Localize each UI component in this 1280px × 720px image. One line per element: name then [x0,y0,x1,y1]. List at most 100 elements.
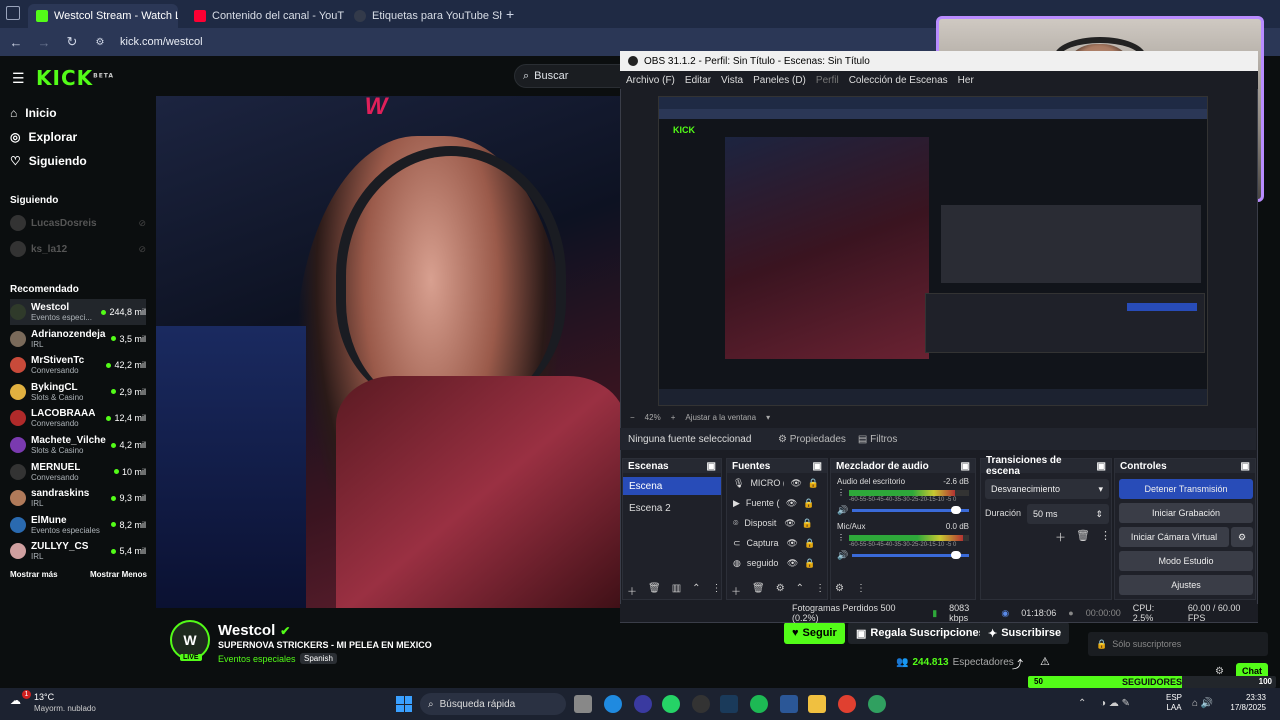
volume-slider[interactable] [852,551,969,559]
gift-subs-button[interactable]: ▣ Regala Suscripciones [848,622,993,644]
fit-window-select[interactable]: Ajustar a la ventana [685,413,756,422]
taskbar-search[interactable]: ⌕ Búsqueda rápida [420,693,566,715]
lock-icon[interactable]: 🔒 [804,538,815,549]
recommended-channel[interactable]: MrStivenTc Conversando 42,2 mil [10,352,146,378]
chevron-down-icon[interactable]: ▾ [766,413,770,422]
taskview-icon[interactable] [574,695,592,713]
more-icon[interactable]: ⋮ [712,583,722,598]
obs-taskbar-icon[interactable] [634,695,652,713]
source-item[interactable]: ▶ Fuente (👁 🔒 [727,493,827,513]
recommended-channel[interactable]: Machete_Vilches Slots & Casino 4,2 mil [10,432,146,458]
speaker-icon[interactable]: 🔊 [837,550,848,561]
recommended-channel[interactable]: ElMune Eventos especiales 8,2 mil [10,512,146,538]
virtual-camera-button[interactable]: Iniciar Cámara Virtual [1119,527,1229,547]
url-field[interactable]: kick.com/westcol [120,36,203,48]
slider-handle[interactable] [951,506,961,514]
report-icon[interactable]: ⚠ [1040,655,1050,668]
up-icon[interactable]: ⌃ [796,583,804,598]
recommended-channel[interactable]: Adrianozendeja... IRL 3,5 mil [10,326,146,352]
source-item[interactable]: ◍ seguido 👁 🔒 [727,553,827,573]
add-icon[interactable]: ＋ [1055,529,1066,545]
windows-start-icon[interactable] [396,696,412,712]
stream-category[interactable]: Eventos especiales [218,654,296,664]
settings-button[interactable]: Ajustes [1119,575,1253,595]
obs-menu-item[interactable]: Perfil [816,75,839,86]
subscribe-button[interactable]: ✦ Suscribirse [980,622,1070,644]
properties-button[interactable]: ⚙ Propiedades [778,434,846,445]
following-item[interactable]: LucasDosreis ⊘ [10,210,146,236]
recommended-channel[interactable]: ZULLYY_CS IRL 5,4 mil [10,538,146,564]
stop-stream-button[interactable]: Detener Transmisión [1119,479,1253,499]
scene-item[interactable]: Escena [623,477,721,495]
tab-youtube-shorts[interactable]: Etiquetas para YouTube Shorts ✕ [346,4,502,28]
recommended-channel[interactable]: BykingCL Slots & Casino 2,9 mil [10,379,146,405]
add-icon[interactable]: ＋ [731,583,741,598]
eye-icon[interactable]: 👁 [790,478,801,489]
transition-select[interactable]: Desvanecimiento ▾ [985,479,1109,499]
obs-app-icon[interactable] [692,695,710,713]
lock-icon[interactable]: 🔒 [802,518,813,529]
folder-icon[interactable] [808,695,826,713]
obs-menu-item[interactable]: Editar [685,75,711,86]
source-item[interactable]: ⊂ Captura 👁 🔒 [727,533,827,553]
duration-spinbox[interactable]: 50 ms ⇕ [1027,504,1109,524]
lock-icon[interactable]: 🔒 [804,558,815,569]
whatsapp-icon[interactable] [662,695,680,713]
show-more-link[interactable]: Mostrar más [10,570,58,579]
eye-icon[interactable]: 👁 [784,518,795,529]
scene-item[interactable]: Escena 2 [623,499,721,517]
tray-chevron-icon[interactable]: ⌃ [1078,698,1086,709]
kick-logo[interactable]: KICKBETA [36,66,114,90]
start-recording-button[interactable]: Iniciar Grabación [1119,503,1253,523]
more-icon[interactable]: ⋮ [837,488,845,497]
recommended-channel[interactable]: Westcol Eventos especi... 244,8 mil [10,299,146,325]
eye-icon[interactable]: 👁 [787,538,798,549]
undock-icon[interactable]: ▣ [813,461,822,472]
more-icon[interactable]: ⋮ [1100,529,1111,545]
obs-menu-item[interactable]: Archivo (F) [626,75,675,86]
undock-icon[interactable]: ▣ [961,461,970,472]
volume-slider[interactable] [852,506,969,514]
undock-icon[interactable]: ▣ [707,461,716,472]
tray-icons[interactable]: ◑ ☁ ✎ [1100,698,1130,709]
tab-youtube-content[interactable]: Contenido del canal - YouTube ✕ [186,4,344,28]
steam-icon[interactable] [720,695,738,713]
network-volume-icons[interactable]: ⌂ 🔊 [1192,698,1213,709]
source-item[interactable]: ⌾ Disposit 👁 🔒 [727,513,827,533]
hamburger-menu-icon[interactable]: ☰ [12,70,25,87]
eye-icon[interactable]: 👁 [787,558,798,569]
chat-input[interactable]: 🔒 Sólo suscriptores [1088,632,1268,656]
more-icon[interactable]: ⋮ [837,533,845,542]
video-player[interactable]: W [156,96,622,608]
zoom-out-icon[interactable]: − [630,413,635,422]
more-icon[interactable]: ⋮ [856,583,866,594]
trash-icon[interactable]: 🗑 [752,583,765,598]
zoom-in-icon[interactable]: + [671,413,676,422]
search-input[interactable]: ⌕ Buscar [514,64,624,88]
virtual-camera-settings-icon[interactable]: ⚙ [1231,527,1253,547]
studio-mode-button[interactable]: Modo Estudio [1119,551,1253,571]
chrome-profile-icon[interactable] [868,695,886,713]
recommended-channel[interactable]: MERNUEL Conversando 10 mil [10,459,146,485]
lock-icon[interactable]: 🔒 [808,478,819,489]
recommended-channel[interactable]: sandraskins IRL 9,3 mil [10,485,146,511]
clock[interactable]: 23:33 17/8/2025 [1228,693,1266,713]
input-language[interactable]: ESP LAA [1166,693,1182,713]
speaker-icon[interactable]: 🔊 [837,505,848,516]
tab-menu-icon[interactable] [6,6,20,20]
gear-icon[interactable]: ⚙ [776,583,785,598]
weather-icon[interactable]: ☁ [10,694,21,707]
share-icon[interactable]: ⤴ [1012,656,1023,672]
language-tag[interactable]: Spanish [300,653,337,664]
undock-icon[interactable]: ▣ [1097,461,1106,472]
edge-icon[interactable] [604,695,622,713]
obs-menu-item[interactable]: Her [958,75,974,86]
obs-menu-item[interactable]: Colección de Escenas [849,75,948,86]
following-item[interactable]: ks_la12 ⊘ [10,236,146,262]
undock-icon[interactable]: ▣ [1241,461,1250,472]
reload-icon[interactable]: ↻ [64,34,80,50]
word-icon[interactable] [780,695,798,713]
nav-following[interactable]: ♡ Siguiendo [10,154,87,168]
recommended-channel[interactable]: LACOBRAAA Conversando 12,4 mil [10,405,146,431]
source-item[interactable]: 🎙 MICRO (👁 🔒 [727,473,827,493]
